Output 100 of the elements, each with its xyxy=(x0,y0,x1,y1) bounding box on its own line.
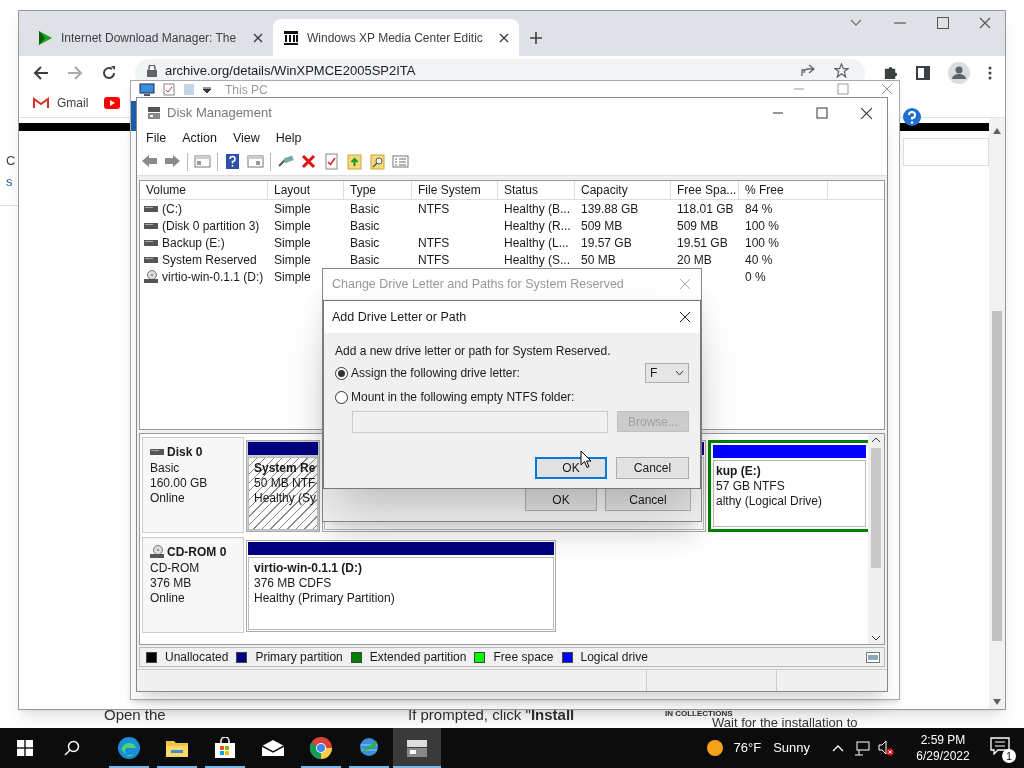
new-tab-icon[interactable] xyxy=(529,31,543,45)
folder-search-icon[interactable] xyxy=(369,153,386,170)
cancel-button[interactable]: Cancel xyxy=(605,488,691,511)
weather-temperature[interactable]: 76°F xyxy=(733,738,762,758)
scroll-up-icon[interactable] xyxy=(872,437,880,442)
partition-title: virtio-win-0.1.1 (D:) xyxy=(254,561,363,576)
panel-icon[interactable] xyxy=(194,153,211,170)
browser-tab[interactable]: Internet Download Manager: The xyxy=(27,19,273,56)
column-header[interactable]: Type xyxy=(344,181,412,199)
panel-icon[interactable] xyxy=(866,651,880,663)
radio-button[interactable] xyxy=(335,366,348,380)
reload-icon[interactable] xyxy=(101,64,117,81)
disk-management-icon[interactable] xyxy=(405,738,429,758)
ok-button[interactable]: OK xyxy=(535,457,607,479)
column-header[interactable]: Capacity xyxy=(575,181,671,199)
drive-letter-dropdown[interactable]: F xyxy=(645,363,689,383)
table-cell: Simple xyxy=(274,218,311,233)
close-icon[interactable] xyxy=(679,311,691,323)
cancel-button[interactable]: Cancel xyxy=(616,457,689,479)
edge-icon[interactable] xyxy=(117,736,141,760)
bookmark[interactable]: Gmail xyxy=(33,94,89,112)
speaker-muted-icon[interactable] xyxy=(878,740,894,756)
search-icon[interactable] xyxy=(64,740,80,756)
play-button-icon[interactable] xyxy=(104,97,121,109)
share-icon[interactable] xyxy=(801,62,815,77)
star-icon[interactable] xyxy=(834,62,849,78)
panel-icon[interactable] xyxy=(247,153,264,170)
maximize-icon[interactable] xyxy=(816,107,828,119)
menu-item[interactable]: Action xyxy=(182,128,217,148)
scrollbar-thumb[interactable] xyxy=(871,448,881,568)
help-icon[interactable] xyxy=(903,108,921,126)
chevron-up-icon[interactable] xyxy=(832,744,844,752)
scroll-up-icon[interactable] xyxy=(993,128,1001,134)
radio-button[interactable] xyxy=(335,390,348,404)
table-cell[interactable]: (C:) xyxy=(162,199,182,218)
back-arrow-icon[interactable] xyxy=(141,153,158,170)
help-icon[interactable] xyxy=(224,153,241,170)
partition-block[interactable]: System Re 50 MB NTF Healthy (Sy xyxy=(246,440,320,532)
delete-icon[interactable] xyxy=(300,153,317,170)
close-icon[interactable] xyxy=(860,106,873,120)
column-header[interactable]: Status xyxy=(498,181,575,199)
radio-label[interactable]: Mount in the following empty NTFS folder: xyxy=(351,388,575,406)
disk-info: Online xyxy=(150,491,186,506)
disk-info: Online xyxy=(150,591,186,606)
legend-label: Free space xyxy=(493,649,554,666)
ok-button[interactable]: OK xyxy=(525,488,597,511)
table-cell[interactable]: Backup (E:) xyxy=(162,233,225,252)
checklist-icon[interactable] xyxy=(323,153,340,170)
table-cell: Simple xyxy=(274,235,311,250)
side-panel-icon[interactable] xyxy=(916,65,930,80)
table-cell: 509 MB xyxy=(581,218,623,233)
menu-item[interactable]: File xyxy=(146,128,167,148)
dialog-title: Add Drive Letter or Path xyxy=(332,308,467,326)
weather-condition[interactable]: Sunny xyxy=(773,738,810,758)
table-cell: 100 % xyxy=(745,218,780,233)
column-header[interactable]: Volume xyxy=(140,181,268,199)
checklist-icon[interactable] xyxy=(163,83,175,96)
shopping-bag-icon[interactable] xyxy=(214,737,236,759)
disk-name: Disk 0 xyxy=(167,444,203,461)
dropdown-icon[interactable] xyxy=(203,86,211,93)
disk-management-icon xyxy=(147,106,161,120)
puzzle-icon[interactable] xyxy=(883,65,898,80)
partition-block[interactable]: virtio-win-0.1.1 (D:) 376 MB CDFS Healthy (Primary Partition) xyxy=(246,540,556,632)
partition-info: 50 MB NTF xyxy=(254,476,317,491)
envelope-icon[interactable] xyxy=(261,739,285,757)
menu-icon[interactable] xyxy=(988,65,992,80)
column-header[interactable]: File System xyxy=(412,181,498,199)
input-field[interactable] xyxy=(903,138,989,166)
folder-icon[interactable] xyxy=(165,738,189,758)
column-header[interactable]: Free Spa... xyxy=(671,181,739,199)
close-icon[interactable] xyxy=(499,32,509,43)
partition-bar xyxy=(248,442,318,455)
section-heading: IN COLLECTIONS xyxy=(665,710,733,718)
windows-start-icon[interactable] xyxy=(17,740,33,756)
table-cell[interactable]: System Reserved xyxy=(162,250,257,269)
network-icon[interactable] xyxy=(854,740,870,756)
clock[interactable]: 2:59 PM 6/29/2022 xyxy=(908,732,978,764)
menu-item[interactable]: Help xyxy=(275,128,302,148)
partition-info: Healthy (Sy xyxy=(254,491,317,506)
column-header[interactable]: Layout xyxy=(268,181,344,199)
menu-item[interactable]: View xyxy=(232,128,260,148)
scroll-down-icon[interactable] xyxy=(872,636,880,641)
maximize-icon[interactable] xyxy=(937,17,949,29)
tab-search-icon[interactable] xyxy=(849,18,863,28)
avatar-icon[interactable] xyxy=(948,61,970,84)
scrollbar-thumb[interactable] xyxy=(992,311,1002,641)
browser-tab[interactable]: Windows XP Media Center Editic xyxy=(273,19,519,56)
back-icon[interactable] xyxy=(33,64,49,81)
table-cell[interactable]: virtio-win-0.1.1 (D:) xyxy=(162,267,264,286)
drive-icon xyxy=(144,256,158,263)
browser-icon[interactable] xyxy=(309,736,333,760)
forward-arrow-icon[interactable] xyxy=(164,153,181,170)
column-header[interactable]: % Free xyxy=(739,181,828,199)
scroll-down-icon[interactable] xyxy=(993,699,1001,705)
table-cell: 0 % xyxy=(745,269,766,284)
partition-block[interactable]: kup (E:) 57 GB NTFS althy (Logical Drive) xyxy=(708,440,871,532)
table-cell: NTFS xyxy=(418,252,450,267)
table-cell[interactable]: (Disk 0 partition 3) xyxy=(162,216,260,235)
close-icon[interactable] xyxy=(253,32,263,43)
radio-label[interactable]: Assign the following drive letter: xyxy=(351,364,520,382)
